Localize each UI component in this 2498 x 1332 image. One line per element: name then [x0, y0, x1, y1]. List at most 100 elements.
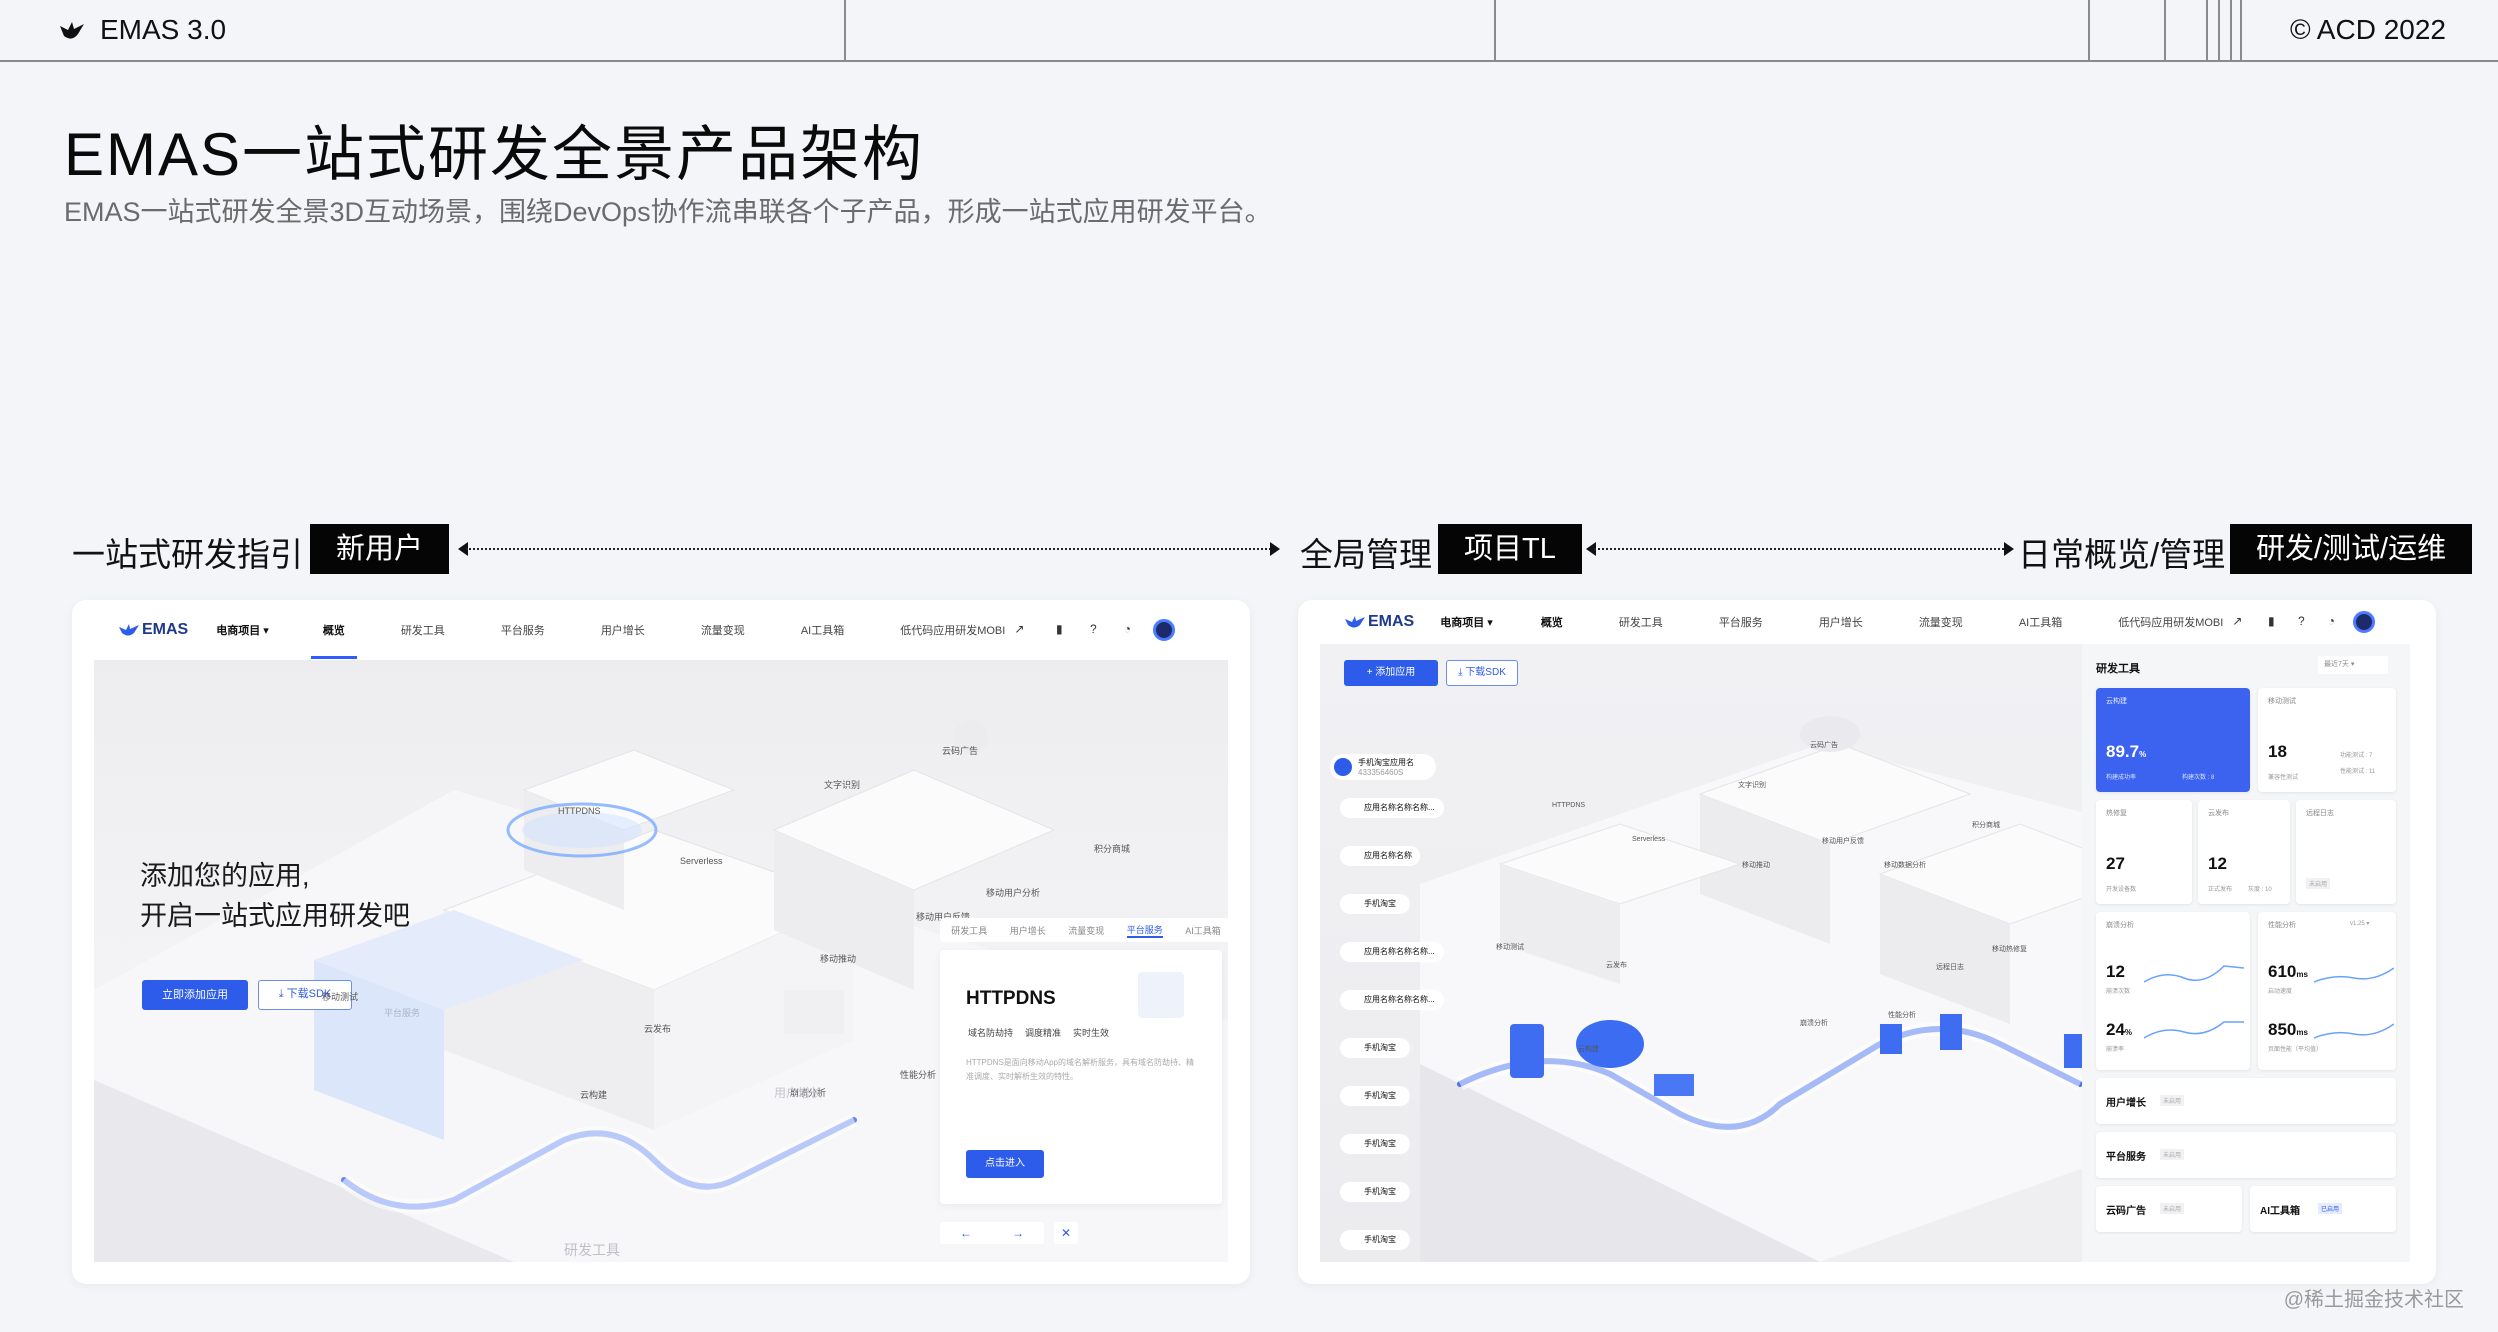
help-icon[interactable]: ? — [1085, 622, 1101, 638]
ai-row[interactable]: AI工具箱 已启用 — [2250, 1186, 2396, 1232]
project-selector[interactable]: 电商项目 ▾ — [216, 622, 269, 638]
download-sdk-button[interactable]: ⤓ 下载SDK — [1446, 660, 1518, 686]
scene-label-hotfix[interactable]: 移动热修复 — [1992, 944, 2027, 954]
enter-button[interactable]: 点击进入 — [966, 1150, 1044, 1178]
nav-item-monetize[interactable]: 流量变现 — [1919, 614, 1963, 630]
external-link-icon[interactable]: ↗ — [2229, 614, 2245, 630]
scene-label-push[interactable]: 移动推动 — [1742, 860, 1770, 870]
nav-item-dev-tools[interactable]: 研发工具 — [401, 622, 445, 638]
date-range-select[interactable]: 最近7天 ▾ — [2318, 656, 2388, 674]
scene-label-platform: 平台服务 — [384, 1008, 421, 1018]
scene-label-crash[interactable]: 崩溃分析 — [1800, 1018, 1828, 1028]
list-item-current[interactable]: 手机淘宝应用名 433356460S — [1330, 754, 1436, 780]
add-app-button[interactable]: 立即添加应用 — [142, 980, 248, 1010]
prev-arrow-icon[interactable]: ← — [960, 1226, 972, 1240]
nav-item-monetize[interactable]: 流量变现 — [701, 622, 745, 638]
section-label-daily: 日常概览/管理 — [2018, 536, 2226, 573]
avatar[interactable] — [2353, 611, 2376, 633]
cloud-ad-row[interactable]: 云码广告 未启用 — [2096, 1186, 2242, 1232]
build-card[interactable]: 云构建 89.7% 构建成功率 构建次数 : 8 — [2096, 688, 2250, 792]
scene-label-data-analysis[interactable]: 移动数据分析 — [1884, 860, 1926, 870]
tab-ai[interactable]: AI工具箱 — [1185, 924, 1221, 937]
help-icon[interactable]: ? — [2293, 614, 2309, 630]
scene-label-push[interactable]: 移动推动 — [820, 952, 856, 965]
remote-log-card[interactable]: 远程日志 未启用 — [2296, 800, 2396, 904]
bell-icon[interactable]: ◔ — [2323, 614, 2339, 630]
next-arrow-icon[interactable]: → — [1012, 1226, 1024, 1240]
scene-label-cloud-ad[interactable]: 云码广告 — [1810, 740, 1838, 750]
list-item[interactable]: 应用名称名称 — [1340, 846, 1420, 866]
list-item[interactable]: 手机淘宝 — [1340, 1134, 1410, 1154]
perf-card[interactable]: 性能分析 v1.25 ▾ 610ms 启动速度 850ms 页面性能（平均值） — [2258, 912, 2396, 1070]
nav-item-lowcode[interactable]: 低代码应用研发MOBI — [900, 622, 1005, 638]
divider — [2230, 0, 2232, 62]
section-tag-new-user: 新用户 — [310, 524, 450, 574]
list-item[interactable]: 手机淘宝 — [1340, 1182, 1410, 1202]
3d-scene[interactable]: + 添加应用 ⤓ 下载SDK 手机淘宝应用名 433356460S 应用名称名称… — [1320, 644, 2410, 1262]
scene-label-cloud-build[interactable]: 云构建 — [580, 1088, 607, 1101]
collapse-icon[interactable]: ✕ — [1054, 1222, 1078, 1244]
nav-logo[interactable]: EMAS — [118, 621, 188, 639]
scene-label-points-mall[interactable]: 积分商城 — [1972, 820, 2000, 830]
nav-item-platform[interactable]: 平台服务 — [1719, 614, 1763, 630]
scene-label-remote-log[interactable]: 远程日志 — [1936, 962, 1964, 972]
scene-label-user-analysis[interactable]: 移动用户分析 — [986, 886, 1040, 899]
nav-item-platform[interactable]: 平台服务 — [501, 622, 545, 638]
nav-logo[interactable]: EMAS — [1344, 613, 1414, 631]
growth-row[interactable]: 用户增长 未启用 — [2096, 1078, 2396, 1124]
chart-icon[interactable]: ▮ — [2263, 614, 2279, 630]
crash-card[interactable]: 崩溃分析 12 崩溃次数 24% 崩溃率 — [2096, 912, 2250, 1070]
list-item[interactable]: 应用名称名称名称... — [1340, 990, 1444, 1010]
publish-card[interactable]: 云发布 12 正式发布 灰度 : 10 — [2198, 800, 2290, 904]
list-item[interactable]: 手机淘宝 — [1340, 1038, 1410, 1058]
scene-label-perf[interactable]: 性能分析 — [900, 1068, 936, 1081]
divider — [2206, 0, 2208, 62]
external-link-icon[interactable]: ↗ — [1011, 622, 1027, 638]
scene-label-ocr[interactable]: 文字识别 — [824, 778, 860, 791]
tab-monetize[interactable]: 流量变现 — [1068, 924, 1104, 937]
nav-item-ai[interactable]: AI工具箱 — [2019, 614, 2062, 630]
scene-label-serverless[interactable]: Serverless — [1632, 836, 1665, 843]
status-badge: 已启用 — [2318, 1203, 2343, 1214]
scene-label-points-mall[interactable]: 积分商城 — [1094, 842, 1130, 855]
version-select[interactable]: v1.25 ▾ — [2350, 920, 2369, 927]
tab-growth[interactable]: 用户增长 — [1010, 924, 1046, 937]
list-item[interactable]: 手机淘宝 — [1340, 894, 1410, 914]
scene-label-mobile-test[interactable]: 移动测试 — [1496, 942, 1524, 952]
scene-label-cloud-build[interactable]: 云构建 — [1578, 1044, 1599, 1054]
3d-scene[interactable]: 添加您的应用, 开启一站式应用研发吧 立即添加应用 ⤓ 下载SDK HTTPDN… — [94, 660, 1232, 1262]
scene-label-httpdns[interactable]: HTTPDNS — [558, 806, 601, 816]
status-badge: 未启用 — [2160, 1149, 2185, 1160]
hotfix-card[interactable]: 热修复 27 开发设备数 — [2096, 800, 2192, 904]
nav-item-dev-tools[interactable]: 研发工具 — [1619, 614, 1663, 630]
chart-icon[interactable]: ▮ — [1051, 622, 1067, 638]
test-sub1: 兼容性测试 — [2268, 775, 2299, 781]
nav-item-growth[interactable]: 用户增长 — [601, 622, 645, 638]
list-item[interactable]: 手机淘宝 — [1340, 1086, 1410, 1106]
scene-label-ocr[interactable]: 文字识别 — [1738, 780, 1766, 790]
tab-platform[interactable]: 平台服务 — [1126, 923, 1163, 938]
list-item[interactable]: 应用名称名称名称... — [1340, 798, 1444, 818]
scene-label-cloud-publish[interactable]: 云发布 — [1606, 960, 1627, 970]
scene-label-serverless[interactable]: Serverless — [680, 856, 723, 866]
scene-label-cloud-ad[interactable]: 云码广告 — [942, 744, 978, 757]
test-card[interactable]: 移动测试 18 兼容性测试 功能测试 : 7 性能测试 : 11 — [2258, 688, 2396, 792]
platform-row[interactable]: 平台服务 未启用 — [2096, 1132, 2396, 1178]
avatar[interactable] — [1153, 619, 1176, 641]
list-item[interactable]: 手机淘宝 — [1340, 1230, 1410, 1250]
nav-item-overview[interactable]: 概览 — [1528, 614, 1575, 651]
scene-label-mobile-test[interactable]: 移动测试 — [322, 990, 358, 1003]
scene-label-user-feedback[interactable]: 移动用户反馈 — [1822, 836, 1864, 846]
nav-item-overview[interactable]: 概览 — [310, 622, 357, 659]
nav-item-growth[interactable]: 用户增长 — [1819, 614, 1863, 630]
scene-label-httpdns[interactable]: HTTPDNS — [1552, 802, 1585, 809]
bell-icon[interactable]: ◔ — [1119, 622, 1135, 638]
scene-label-perf[interactable]: 性能分析 — [1888, 1010, 1916, 1020]
tab-dev-tools[interactable]: 研发工具 — [951, 924, 987, 937]
scene-label-cloud-publish[interactable]: 云发布 — [644, 1022, 671, 1035]
nav-item-lowcode[interactable]: 低代码应用研发MOBI — [2118, 614, 2223, 630]
list-item[interactable]: 应用名称名称名称... — [1340, 942, 1444, 962]
project-selector[interactable]: 电商项目 ▾ — [1440, 614, 1493, 630]
nav-item-ai[interactable]: AI工具箱 — [801, 622, 844, 638]
add-app-button[interactable]: + 添加应用 — [1344, 660, 1438, 686]
